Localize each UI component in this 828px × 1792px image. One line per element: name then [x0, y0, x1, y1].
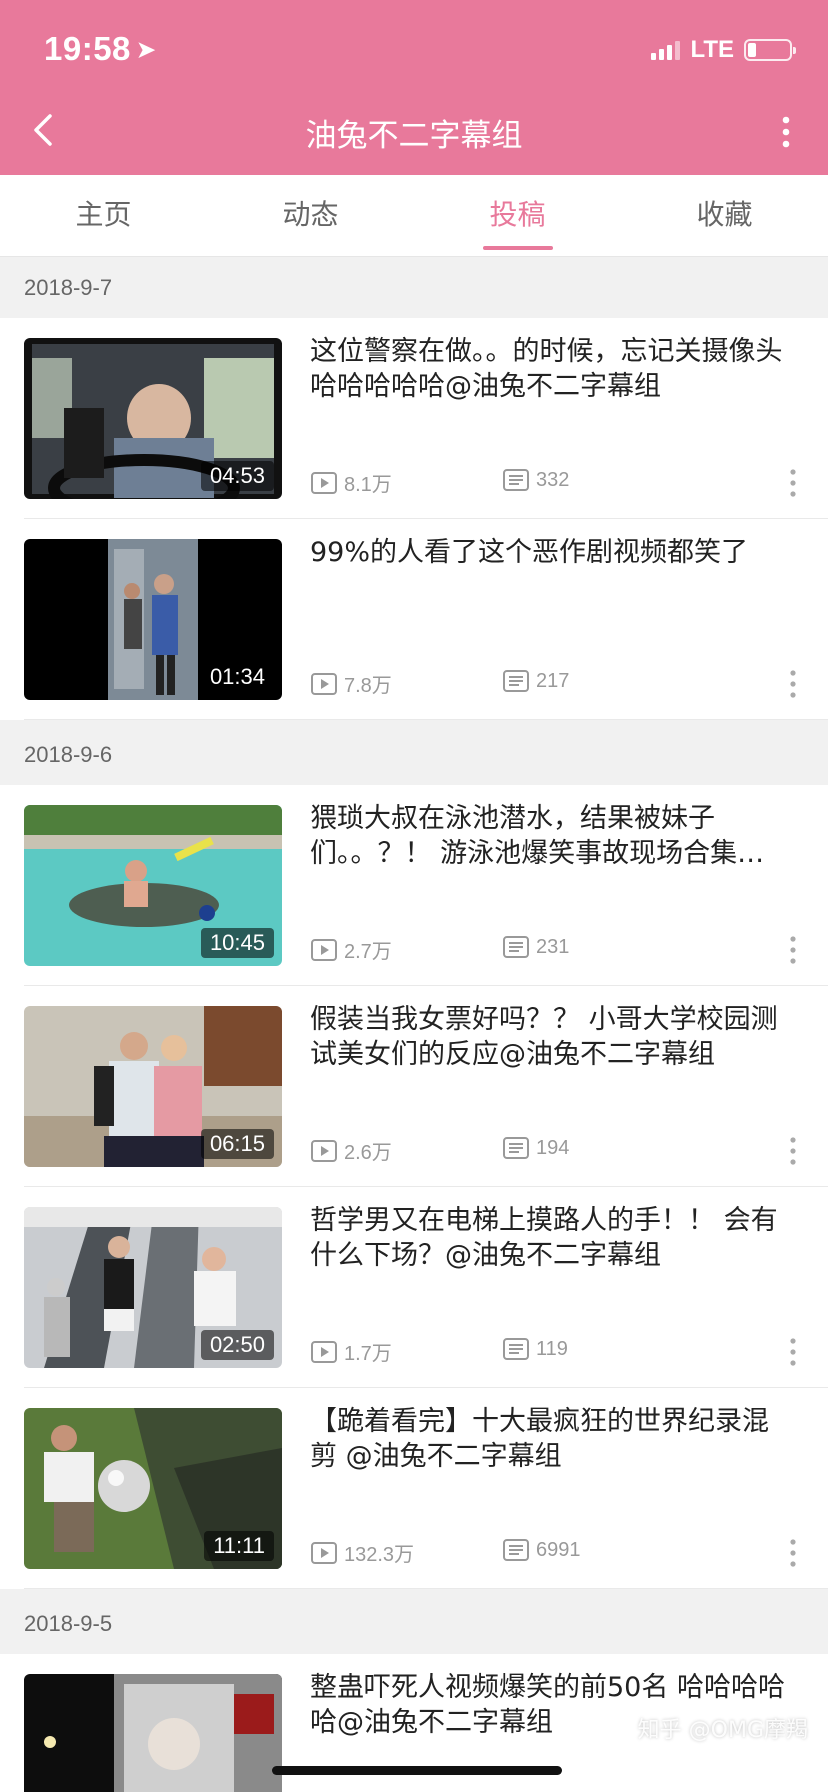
watermark: 知乎 @OMG摩羯: [637, 1718, 808, 1743]
danmaku-icon: [503, 670, 529, 692]
play-count-value: 7.8万: [344, 675, 392, 697]
item-more-button[interactable]: [788, 669, 798, 699]
comment-count: 231: [502, 935, 569, 959]
more-vertical-icon: [790, 936, 796, 964]
battery-icon: [744, 39, 796, 61]
network-label: LTE: [690, 36, 734, 63]
video-title[interactable]: 【跪着看完】十大最疯狂的世界纪录混剪 @油兔不二字幕组: [310, 1404, 790, 1474]
play-count: 1.7万: [310, 1337, 392, 1366]
page-title: 油兔不二字幕组: [305, 118, 523, 154]
comment-count-value: 6991: [536, 1538, 581, 1561]
play-icon: [311, 471, 337, 494]
comment-count: 194: [502, 1136, 569, 1160]
video-thumbnail[interactable]: 04:53: [24, 338, 282, 499]
comment-count: 217: [502, 669, 569, 693]
play-count: 132.3万: [310, 1538, 414, 1567]
video-list-item[interactable]: 02:50 哲学男又在电梯上摸路人的手！！ 会有什么下场？@油兔不二字幕组 1.7万…: [0, 1187, 828, 1388]
more-button[interactable]: [774, 112, 798, 152]
danmaku-icon: [503, 936, 529, 958]
video-title[interactable]: 这位警察在做。。的时候，忘记关摄像头 哈哈哈哈哈@油兔不二字幕组: [310, 334, 790, 404]
video-list-item[interactable]: 06:15 假装当我女票好吗？？ 小哥大学校园测试美女们的反应@油兔不二字幕组 2.…: [0, 986, 828, 1187]
danmaku-icon: [503, 469, 529, 491]
video-title[interactable]: 哲学男又在电梯上摸路人的手！！ 会有什么下场？@油兔不二字幕组: [310, 1203, 790, 1273]
video-list-item[interactable]: 11:11 【跪着看完】十大最疯狂的世界纪录混剪 @油兔不二字幕组 132.3万 69…: [0, 1388, 828, 1589]
location-arrow-icon: ➤: [136, 37, 156, 62]
more-vertical-icon: [790, 469, 796, 497]
date-header: 2018-9-5: [0, 1593, 828, 1655]
danmaku-icon: [503, 1539, 529, 1561]
header-bar: 19:58 ➤ LTE 油兔不二字幕组: [0, 0, 828, 175]
video-list-item[interactable]: 01:34 99%的人看了这个恶作剧视频都笑了 7.8万 217: [0, 519, 828, 720]
home-indicator: [272, 1766, 562, 1775]
more-vertical-icon: [782, 116, 790, 148]
video-thumbnail[interactable]: 10:45: [24, 805, 282, 966]
video-thumbnail[interactable]: 02:50: [24, 1207, 282, 1368]
video-duration: 02:50: [200, 1330, 274, 1360]
video-thumbnail[interactable]: 01:34: [24, 539, 282, 700]
play-count: 2.7万: [310, 935, 392, 964]
item-more-button[interactable]: [788, 1337, 798, 1367]
play-count-value: 1.7万: [344, 1343, 392, 1365]
video-list-item[interactable]: 04:53 这位警察在做。。的时候，忘记关摄像头 哈哈哈哈哈@油兔不二字幕组 8.1…: [0, 318, 828, 519]
comment-count-value: 194: [536, 1136, 570, 1159]
play-icon: [311, 1541, 337, 1564]
date-header: 2018-9-6: [0, 724, 828, 786]
play-count: 2.6万: [310, 1136, 392, 1165]
play-icon: [311, 1139, 337, 1162]
comment-count-value: 119: [536, 1337, 568, 1360]
item-more-button[interactable]: [788, 1136, 798, 1166]
video-duration: 04:53: [200, 461, 274, 491]
signal-icon: [651, 40, 681, 60]
divider: [24, 719, 828, 720]
tab-activity[interactable]: 动态: [207, 175, 414, 256]
play-icon: [311, 1340, 337, 1363]
video-title[interactable]: 假装当我女票好吗？？ 小哥大学校园测试美女们的反应@油兔不二字幕组: [310, 1002, 790, 1072]
play-count-value: 2.6万: [344, 1142, 392, 1164]
status-indicators: LTE: [651, 36, 796, 64]
status-time: 19:58 ➤: [44, 30, 156, 67]
video-list-item[interactable]: 10:45 猥琐大叔在泳池潜水，结果被妹子们。。？！ 游泳池爆笑事故现场合集@油兔…: [0, 785, 828, 986]
comment-count: 119: [502, 1337, 568, 1361]
tab-posts[interactable]: 投稿: [414, 175, 621, 256]
play-count: 8.1万: [310, 468, 392, 497]
play-count: 7.8万: [310, 669, 392, 698]
tab-bar: 主页 动态 投稿 收藏: [0, 175, 828, 257]
tab-home[interactable]: 主页: [0, 175, 207, 256]
play-count-value: 8.1万: [344, 474, 392, 496]
more-vertical-icon: [790, 1338, 796, 1366]
video-duration: 10:45: [200, 928, 274, 958]
video-title[interactable]: 猥琐大叔在泳池潜水，结果被妹子们。。？！ 游泳池爆笑事故现场合集@油兔不二字幕组: [310, 801, 790, 871]
more-vertical-icon: [790, 1137, 796, 1165]
more-vertical-icon: [790, 670, 796, 698]
video-duration: 06:15: [200, 1129, 274, 1159]
item-more-button[interactable]: [788, 935, 798, 965]
comment-count-value: 217: [536, 669, 570, 692]
video-thumbnail[interactable]: 11:11: [24, 1408, 282, 1569]
play-count-value: 2.7万: [344, 941, 392, 963]
more-vertical-icon: [790, 1539, 796, 1567]
video-duration: 01:34: [200, 662, 274, 692]
comment-count: 332: [502, 468, 569, 492]
play-count-value: 132.3万: [344, 1544, 415, 1566]
danmaku-icon: [503, 1338, 529, 1360]
item-more-button[interactable]: [788, 1538, 798, 1568]
comment-count-value: 332: [536, 468, 570, 491]
date-header: 2018-9-7: [0, 257, 828, 319]
danmaku-icon: [503, 1137, 529, 1159]
comment-count: 6991: [502, 1538, 581, 1562]
play-icon: [311, 938, 337, 961]
item-more-button[interactable]: [788, 468, 798, 498]
tab-favorites[interactable]: 收藏: [621, 175, 828, 256]
video-thumbnail[interactable]: 06:15: [24, 1006, 282, 1167]
divider: [24, 1588, 828, 1589]
play-icon: [311, 672, 337, 695]
video-thumbnail[interactable]: [24, 1674, 282, 1792]
video-title[interactable]: 99%的人看了这个恶作剧视频都笑了: [310, 535, 790, 570]
video-duration: 11:11: [204, 1531, 274, 1561]
comment-count-value: 231: [536, 935, 570, 958]
